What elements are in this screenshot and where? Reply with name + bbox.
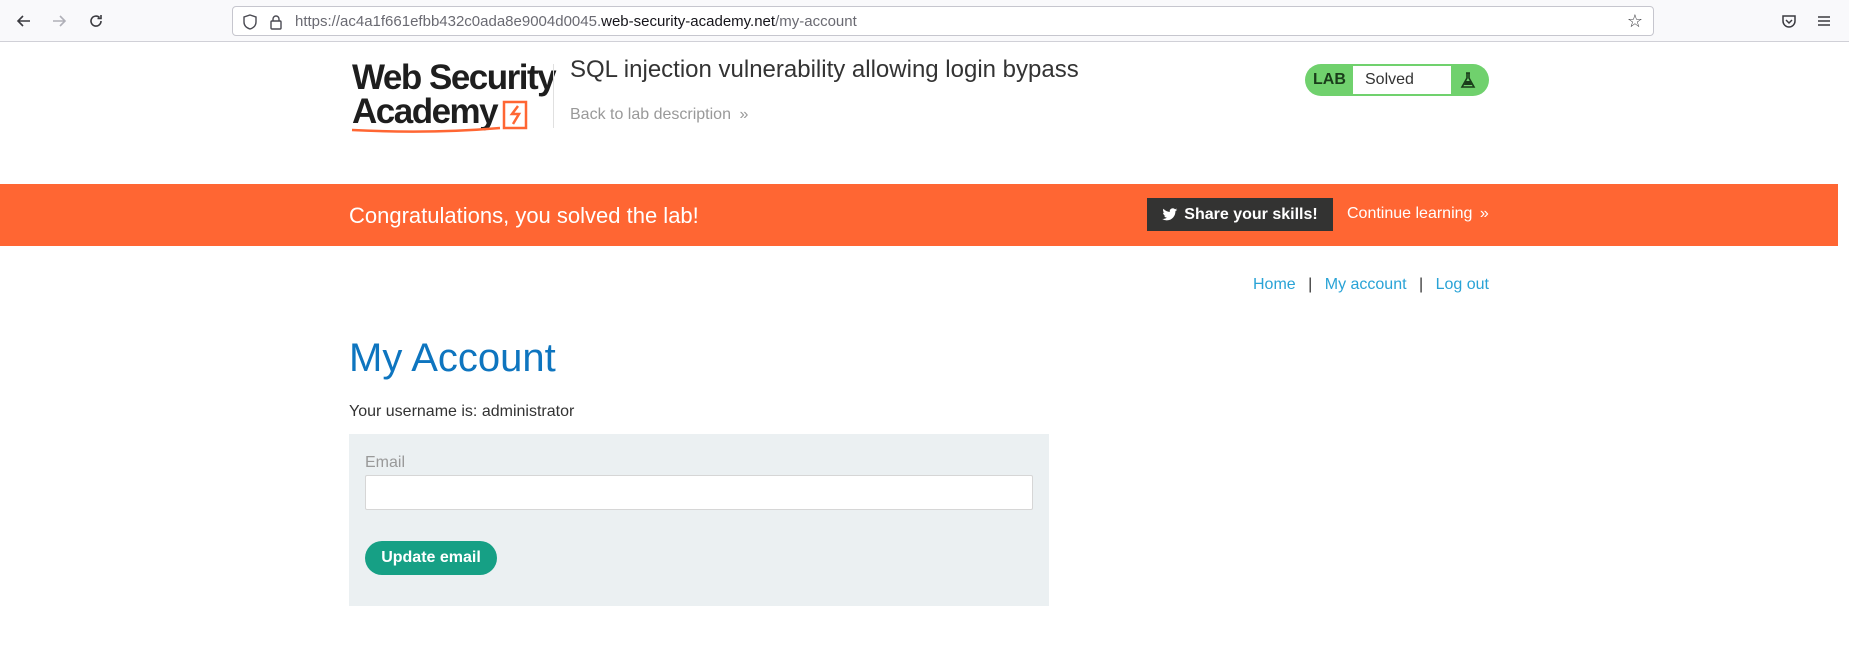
- arrow-left-icon: [16, 15, 30, 27]
- continue-learning-label: Continue learning: [1347, 205, 1473, 222]
- menu-button[interactable]: [1811, 9, 1837, 33]
- forward-button[interactable]: [46, 9, 72, 33]
- reload-icon: [90, 15, 102, 27]
- congratulations-message: Congratulations, you solved the lab!: [349, 203, 699, 228]
- url-bar[interactable]: https://ac4a1f661efbb432c0ada8e9004d0045…: [232, 6, 1654, 36]
- email-input[interactable]: [365, 475, 1033, 510]
- url-text[interactable]: https://ac4a1f661efbb432c0ada8e9004d0045…: [295, 13, 857, 30]
- logo-underline-mark: [351, 100, 528, 133]
- twitter-icon: [1162, 207, 1178, 220]
- browser-toolbar: https://ac4a1f661efbb432c0ada8e9004d0045…: [0, 0, 1849, 42]
- pocket-button[interactable]: [1776, 9, 1802, 33]
- lab-status-value: Solved: [1353, 66, 1451, 94]
- continue-learning-link[interactable]: Continue learning »: [1347, 205, 1489, 223]
- nav-separator: |: [1419, 276, 1424, 293]
- lock-icon[interactable]: [267, 13, 285, 31]
- back-link-label: Back to lab description: [570, 106, 731, 123]
- nav-log-out-link[interactable]: Log out: [1436, 276, 1489, 293]
- share-skills-label: Share your skills!: [1184, 205, 1318, 223]
- back-button[interactable]: [11, 9, 37, 33]
- nav-home-link[interactable]: Home: [1253, 276, 1296, 293]
- lab-title: SQL injection vulnerability allowing log…: [570, 56, 1079, 83]
- double-chevron-right-icon: »: [739, 106, 749, 123]
- bookmark-star-icon[interactable]: ☆: [1627, 11, 1643, 32]
- username-text: Your username is: administrator: [349, 403, 575, 420]
- lab-status-badge: LAB Solved: [1305, 64, 1489, 96]
- shield-icon[interactable]: [241, 13, 259, 31]
- url-path: /my-account: [775, 13, 857, 30]
- change-email-form: Email Update email: [349, 434, 1049, 606]
- nav-separator: |: [1308, 276, 1313, 293]
- url-domain: web-security-academy.net: [601, 13, 776, 30]
- email-label: Email: [365, 454, 406, 471]
- flask-icon: [1460, 72, 1476, 88]
- back-to-lab-description-link[interactable]: Back to lab description »: [570, 106, 748, 124]
- account-nav: Home | My account | Log out: [1253, 276, 1489, 294]
- arrow-right-icon: [53, 15, 67, 27]
- lab-solved-banner: Congratulations, you solved the lab! Sha…: [0, 184, 1838, 246]
- pocket-icon: [1782, 15, 1796, 28]
- double-chevron-right-icon: »: [1479, 205, 1489, 222]
- share-skills-button[interactable]: Share your skills!: [1147, 198, 1333, 231]
- reload-button[interactable]: [83, 9, 109, 33]
- logo-divider: [553, 64, 554, 128]
- page-title: My Account: [349, 336, 556, 380]
- hamburger-menu-icon: [1818, 16, 1830, 26]
- nav-my-account-link[interactable]: My account: [1325, 276, 1407, 293]
- lab-status-label: LAB: [1313, 71, 1346, 88]
- url-prefix: https://ac4a1f661efbb432c0ada8e9004d0045…: [295, 13, 602, 30]
- update-email-button[interactable]: Update email: [365, 541, 497, 575]
